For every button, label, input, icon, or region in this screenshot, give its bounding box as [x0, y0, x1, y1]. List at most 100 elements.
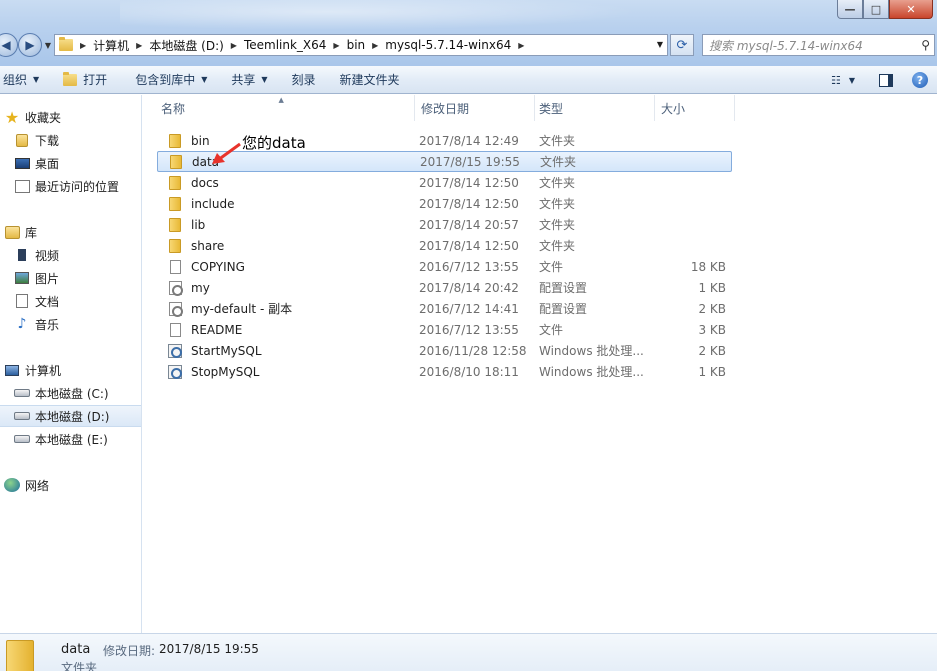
- file-row-lib[interactable]: lib 2017/8/14 20:57 文件夹: [157, 214, 732, 235]
- column-header-type[interactable]: 类型: [535, 95, 655, 121]
- breadcrumb-teemlink[interactable]: Teemlink_X64: [244, 38, 326, 52]
- organize-label: 组织: [3, 73, 28, 87]
- file-name-cell: StopMySQL: [157, 361, 415, 382]
- sidebar-item-downloads[interactable]: 下载: [14, 129, 155, 151]
- breadcrumb-separator-icon[interactable]: ▶: [80, 41, 86, 50]
- close-button[interactable]: ✕: [889, 0, 933, 19]
- sidebar-item-drive-c[interactable]: 本地磁盘 (C:): [14, 382, 155, 404]
- sidebar-item-music[interactable]: ♪ 音乐: [14, 313, 155, 335]
- file-name: README: [191, 322, 243, 337]
- file-row-my[interactable]: my 2017/8/14 20:42 配置设置 1 KB: [157, 277, 732, 298]
- forward-arrow-icon: ▶: [25, 38, 35, 52]
- breadcrumb-drive-d[interactable]: 本地磁盘 (D:): [149, 37, 223, 54]
- folder-icon: [167, 133, 183, 149]
- annotation-arrow: [212, 142, 241, 164]
- command-toolbar: 组织 ▼ 打开 包含到库中 ▼ 共享 ▼ 刻录 新建文件夹 ☷ ▼ ?: [0, 66, 937, 94]
- minimize-button[interactable]: —: [837, 0, 863, 19]
- file-type: 文件夹: [540, 155, 577, 169]
- details-name: data: [61, 642, 91, 657]
- preview-pane-button[interactable]: [875, 69, 897, 91]
- back-arrow-icon: ◀: [1, 38, 11, 52]
- folder-icon: [168, 154, 184, 170]
- file-row-stopmysql[interactable]: StopMySQL 2016/8/10 18:11 Windows 批处理... 1 …: [157, 361, 732, 382]
- refresh-icon: ⟳: [676, 37, 688, 53]
- column-header-label: 名称: [161, 101, 186, 116]
- forward-button[interactable]: ▶: [18, 33, 42, 57]
- file-row-docs[interactable]: docs 2017/8/14 12:50 文件夹: [157, 172, 732, 193]
- file-date: 2016/11/28 12:58: [419, 343, 527, 358]
- burn-button[interactable]: 刻录: [278, 66, 326, 94]
- sidebar-item-label: 计算机: [25, 363, 62, 378]
- address-bar[interactable]: ▶ 计算机 ▶ 本地磁盘 (D:) ▶ Teemlink_X64 ▶ bin ▶…: [54, 34, 668, 56]
- details-modified-label: 修改日期:: [103, 644, 156, 658]
- sidebar-item-favorites[interactable]: ★ 收藏夹: [4, 106, 145, 128]
- recent-pages-dropdown[interactable]: ▼: [42, 39, 54, 51]
- breadcrumb-separator-icon[interactable]: ▶: [372, 41, 378, 50]
- column-header-label: 修改日期: [421, 101, 470, 116]
- help-button[interactable]: ?: [909, 69, 931, 91]
- new-folder-button[interactable]: 新建文件夹: [326, 66, 410, 94]
- sidebar-item-recent[interactable]: 最近访问的位置: [14, 175, 155, 197]
- address-dropdown-icon[interactable]: ▼: [657, 40, 663, 49]
- search-icon[interactable]: ⚲: [921, 38, 930, 52]
- search-input[interactable]: 搜索 mysql-5.7.14-winx64 ⚲: [702, 34, 935, 56]
- file-type: 文件夹: [539, 134, 576, 148]
- chevron-down-icon: ▼: [261, 75, 268, 84]
- sidebar-item-desktop[interactable]: 桌面: [14, 152, 155, 174]
- share-button[interactable]: 共享 ▼: [217, 66, 277, 94]
- file-type: 配置设置: [539, 281, 588, 295]
- file-name-cell: README: [157, 319, 415, 340]
- file-row-startmysql[interactable]: StartMySQL 2016/11/28 12:58 Windows 批处理...…: [157, 340, 732, 361]
- file-date: 2017/8/14 12:50: [419, 238, 519, 253]
- sidebar-item-label: 文档: [35, 294, 60, 309]
- sidebar-item-label: 库: [25, 225, 38, 240]
- file-name-cell: share: [157, 235, 415, 256]
- sidebar-item-drive-e[interactable]: 本地磁盘 (E:): [14, 428, 155, 450]
- sidebar-item-computer[interactable]: 计算机: [4, 359, 145, 381]
- file-row-my-default[interactable]: my-default - 副本 2016/7/12 14:41 配置设置 2 KB: [157, 298, 732, 319]
- file-size: 2 KB: [698, 343, 726, 358]
- breadcrumb-separator-icon[interactable]: ▶: [518, 41, 524, 50]
- column-header-size[interactable]: 大小: [655, 95, 735, 121]
- column-header-date[interactable]: 修改日期: [415, 95, 535, 121]
- include-in-library-button[interactable]: 包含到库中 ▼: [117, 66, 217, 94]
- file-size: [655, 235, 728, 256]
- open-folder-icon: [63, 71, 78, 86]
- organize-button[interactable]: 组织 ▼: [0, 66, 49, 94]
- sidebar-item-pictures[interactable]: 图片: [14, 267, 155, 289]
- file-type: 文件夹: [539, 218, 576, 232]
- sidebar-item-videos[interactable]: 视频: [14, 244, 155, 266]
- picture-icon: [14, 270, 30, 286]
- file-date: 2016/8/10 18:11: [419, 364, 519, 379]
- open-button[interactable]: 打开: [49, 66, 117, 94]
- breadcrumb-bin[interactable]: bin: [347, 38, 366, 52]
- sidebar-item-label: 本地磁盘 (E:): [35, 432, 108, 447]
- file-row-copying[interactable]: COPYING 2016/7/12 13:55 文件 18 KB: [157, 256, 732, 277]
- sidebar-item-libraries[interactable]: 库: [4, 221, 145, 243]
- toolbar-right: ☷ ▼ ?: [817, 66, 937, 94]
- include-label: 包含到库中: [135, 73, 196, 87]
- sidebar-item-drive-d[interactable]: 本地磁盘 (D:): [0, 405, 141, 427]
- navigation-pane: ★ 收藏夹 下载 桌面 最近访问的位置 库 视频 图片 文档 ♪ 音乐 计算机 …: [0, 95, 142, 633]
- file-size: 1 KB: [698, 364, 726, 379]
- file-name-cell: docs: [157, 172, 415, 193]
- sidebar-item-network[interactable]: 网络: [4, 474, 145, 496]
- back-button[interactable]: ◀: [0, 33, 18, 57]
- file-row-include[interactable]: include 2017/8/14 12:50 文件夹: [157, 193, 732, 214]
- refresh-button[interactable]: ⟳: [670, 34, 694, 56]
- sidebar-item-documents[interactable]: 文档: [14, 290, 155, 312]
- view-options-button[interactable]: ☷ ▼: [823, 69, 863, 91]
- music-note-icon: ♪: [17, 316, 27, 332]
- folder-icon: [167, 175, 183, 191]
- file-row-share[interactable]: share 2017/8/14 12:50 文件夹: [157, 235, 732, 256]
- file-date: 2017/8/14 12:49: [419, 133, 519, 148]
- breadcrumb-computer[interactable]: 计算机: [93, 37, 129, 54]
- breadcrumb-separator-icon[interactable]: ▶: [136, 41, 142, 50]
- breadcrumb-mysql[interactable]: mysql-5.7.14-winx64: [385, 38, 511, 52]
- file-type: Windows 批处理...: [539, 365, 644, 379]
- file-row-readme[interactable]: README 2016/7/12 13:55 文件 3 KB: [157, 319, 732, 340]
- breadcrumb-separator-icon[interactable]: ▶: [231, 41, 237, 50]
- maximize-button[interactable]: □: [863, 0, 889, 19]
- column-header-name[interactable]: ▲ 名称: [143, 95, 415, 121]
- breadcrumb-separator-icon[interactable]: ▶: [333, 41, 339, 50]
